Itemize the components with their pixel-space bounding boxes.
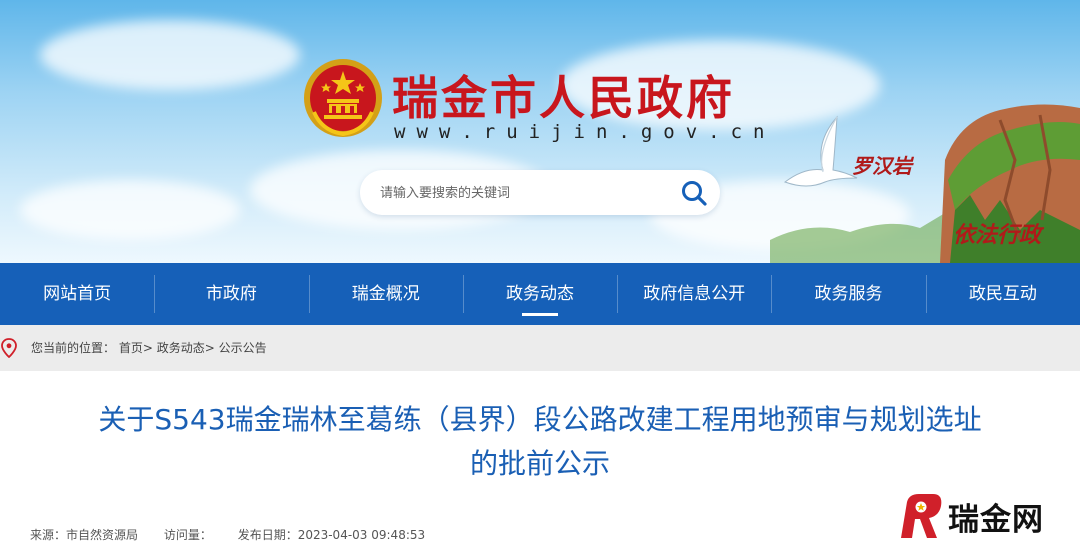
nav-item-government-news[interactable]: 政务动态 bbox=[462, 263, 617, 325]
breadcrumb-government-news[interactable]: 政务动态 bbox=[157, 341, 205, 355]
header-banner: 罗汉岩 依法行政 瑞金市人民政府 www.ruijin.gov.cn bbox=[0, 0, 1080, 263]
seagull-icon bbox=[783, 115, 858, 187]
article-meta: 来源：市自然资源局 访问量： 发布日期：2023-04-03 09:48:53 bbox=[30, 526, 425, 543]
breadcrumb-announcements[interactable]: 公示公告 bbox=[219, 341, 267, 355]
breadcrumb-separator: > bbox=[204, 341, 215, 355]
nav-item-government-services[interactable]: 政务服务 bbox=[771, 263, 925, 325]
nav-item-ruijin-overview[interactable]: 瑞金概况 bbox=[308, 263, 463, 325]
scenery-label-bottom: 依法行政 bbox=[953, 222, 1042, 248]
main-nav: 网站首页 市政府 瑞金概况 政务动态 政府信息公开 政务服务 政民互动 bbox=[0, 263, 1080, 325]
article-title-line-1: 关于S543瑞金瑞林至葛练（县界）段公路改建工程用地预审与规划选址 bbox=[98, 403, 982, 436]
national-emblem-icon bbox=[304, 59, 382, 137]
search-box bbox=[360, 170, 720, 217]
article-source: 来源：市自然资源局 bbox=[30, 528, 139, 542]
article-title-line-2: 的批前公示 bbox=[469, 447, 610, 480]
breadcrumb-home[interactable]: 首页 bbox=[119, 341, 143, 355]
nav-item-home[interactable]: 网站首页 bbox=[0, 263, 154, 325]
site-title: 瑞金市人民政府 bbox=[392, 71, 735, 125]
cloud bbox=[40, 20, 300, 90]
nav-item-information-disclosure[interactable]: 政府信息公开 bbox=[617, 263, 771, 325]
breadcrumb-separator: > bbox=[142, 341, 153, 355]
breadcrumb-prefix: 您当前的位置： bbox=[31, 341, 116, 355]
watermark-text: 瑞金网 bbox=[948, 502, 1044, 538]
site-url: www.ruijin.gov.cn bbox=[394, 121, 776, 143]
search-input[interactable] bbox=[378, 170, 662, 217]
search-icon[interactable] bbox=[680, 179, 708, 207]
cloud bbox=[20, 180, 240, 240]
article-date: 发布日期：2023-04-03 09:48:53 bbox=[237, 528, 426, 542]
article-views: 访问量： bbox=[163, 528, 212, 542]
article-title: 关于S543瑞金瑞林至葛练（县界）段公路改建工程用地预审与规划选址 的批前公示 bbox=[20, 398, 1060, 486]
nav-item-public-interaction[interactable]: 政民互动 bbox=[925, 263, 1080, 325]
breadcrumb: 您当前的位置： 首页> 政务动态> 公示公告 bbox=[0, 325, 1080, 371]
nav-item-city-government[interactable]: 市政府 bbox=[154, 263, 308, 325]
location-pin-icon bbox=[1, 338, 17, 358]
